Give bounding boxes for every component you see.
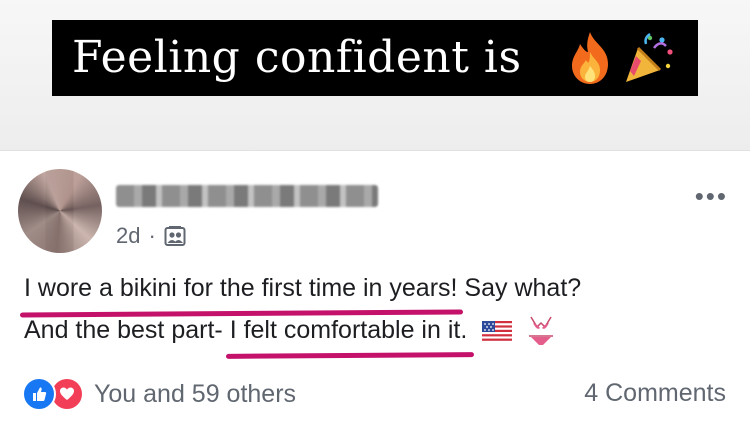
caption-text: Feeling confident is [72, 32, 522, 83]
fire-icon [572, 32, 608, 84]
like-reaction-icon [22, 377, 56, 411]
post-meta: 2d · [116, 223, 186, 249]
post-line-1-rest: Say what? [457, 274, 582, 302]
party-popper-icon [626, 32, 673, 82]
caption-banner: Feeling confident is [52, 20, 698, 96]
post-line-2-prefix: And the best part- [24, 316, 230, 344]
bikini-icon [529, 317, 554, 346]
us-flag-icon [482, 321, 513, 342]
post-line-1: I wore a bikini for the first time in ye… [24, 267, 724, 309]
reactions-bar[interactable]: You and 59 others [22, 377, 296, 411]
reaction-summary[interactable]: You and 59 others [94, 380, 296, 409]
avatar[interactable] [18, 169, 102, 253]
facebook-post: 2d · ••• I wore a bikini for the first t… [0, 151, 750, 444]
post-body: I wore a bikini for the first time in ye… [24, 267, 724, 351]
friends-icon[interactable] [164, 225, 186, 247]
highlighted-phrase-2: I felt comfortable in it. [230, 309, 468, 351]
caption-emoji-group [564, 30, 676, 86]
comments-count-link[interactable]: 4 Comments [584, 379, 726, 408]
author-name-blurred[interactable] [116, 185, 378, 207]
post-timestamp[interactable]: 2d [116, 223, 140, 249]
highlighted-phrase-1: I wore a bikini for the first time in ye… [24, 267, 457, 309]
meta-separator: · [148, 223, 156, 248]
more-options-button[interactable]: ••• [695, 181, 728, 212]
